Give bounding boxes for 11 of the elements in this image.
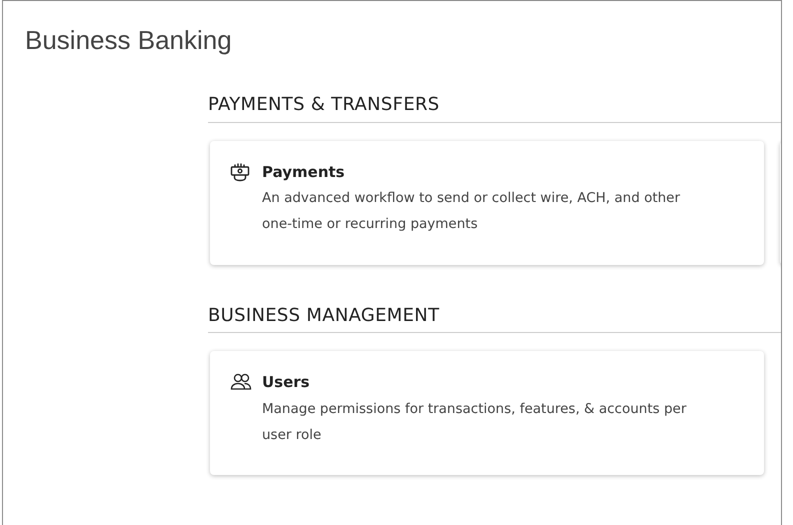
card-title: Users (262, 372, 310, 394)
feature-card[interactable]: Payments An advanced workflow to send or collect wire, ACH, and other one-time or recurring payments (210, 140, 764, 265)
users-icon (230, 372, 252, 392)
payment-card-icon (230, 162, 250, 182)
card-description: An advanced workflow to send or collect wire, ACH, and other one-time or recurring payments (262, 189, 682, 234)
feature-card[interactable]: Users Manage permissions for transactions, features, & accounts per user role (210, 351, 764, 476)
section-heading: PAYMENTS & TRANSFERS (208, 94, 781, 123)
card-title: Payments (262, 162, 345, 183)
card-description: Manage permissions for transactions, features, & accounts per user role (262, 400, 688, 445)
page-title: Business Banking (25, 24, 233, 57)
section-heading: BUSINESS MANAGEMENT (208, 304, 781, 334)
